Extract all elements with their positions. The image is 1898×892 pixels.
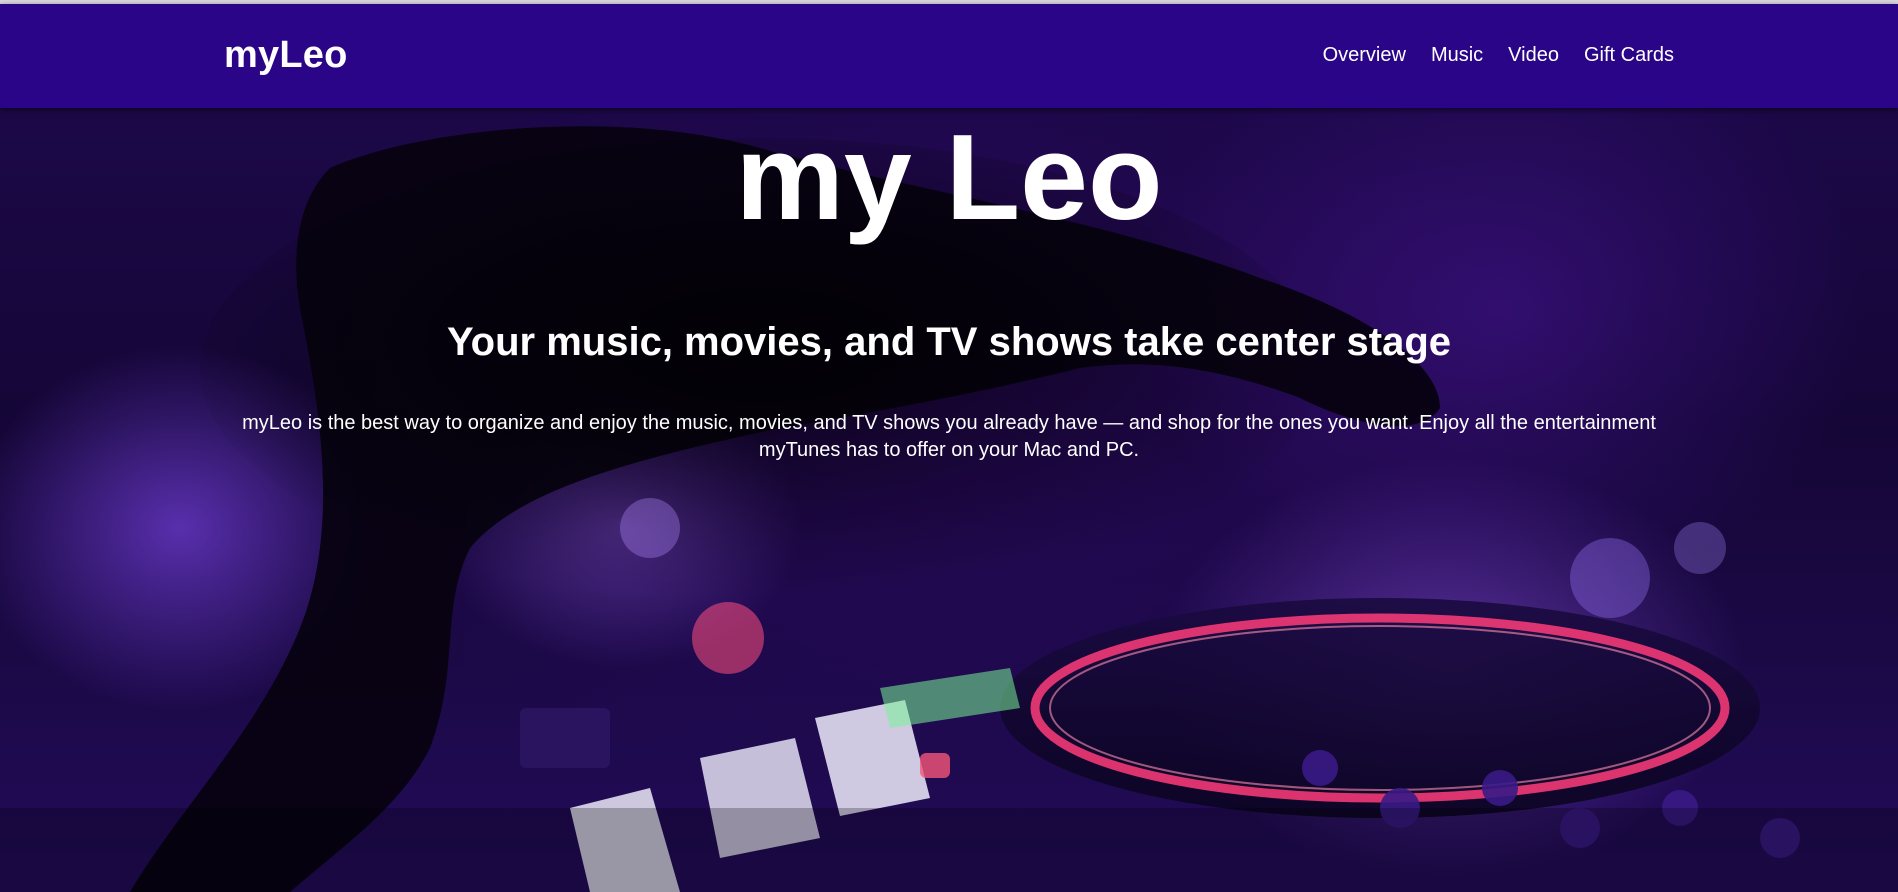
hero-section: my Leo Your music, movies, and TV shows … (0, 108, 1898, 892)
hero-description: myLeo is the best way to organize and en… (242, 412, 1656, 461)
hero-subtitle: Your music, movies, and TV shows take ce… (446, 320, 1452, 364)
navbar: myLeo Overview Music Video Gift Cards (0, 4, 1898, 108)
nav-links: Overview Music Video Gift Cards (1323, 44, 1674, 67)
hero-title: my Leo (735, 109, 1163, 245)
nav-link-music[interactable]: Music (1431, 44, 1483, 67)
nav-link-overview[interactable]: Overview (1323, 44, 1406, 67)
brand-logo[interactable]: myLeo (224, 34, 347, 77)
nav-link-gift-cards[interactable]: Gift Cards (1584, 44, 1674, 67)
nav-link-video[interactable]: Video (1508, 44, 1559, 67)
